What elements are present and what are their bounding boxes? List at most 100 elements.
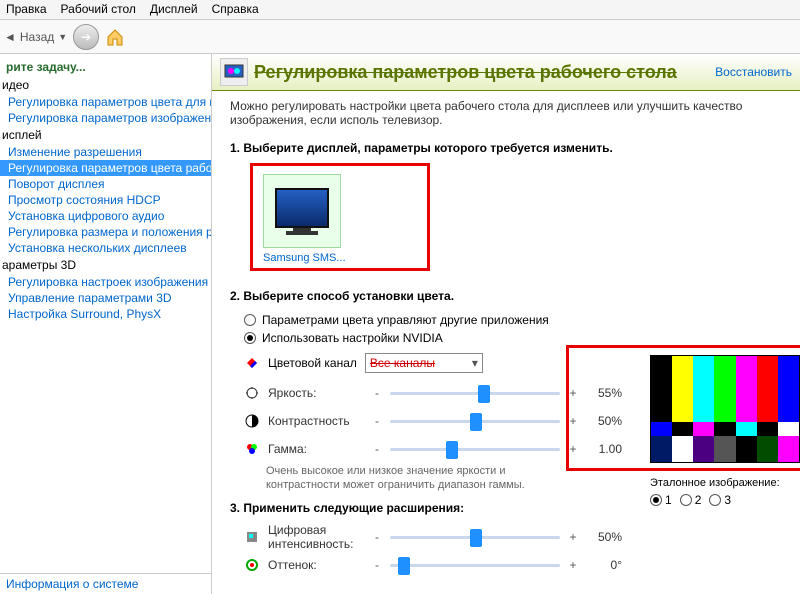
preview-option-1[interactable]: 1 [650,493,672,507]
preview-option-label: 1 [665,493,672,507]
step1-heading: 1. Выберите дисплей, параметры которого … [230,141,786,155]
radio-nvidia-label: Использовать настройки NVIDIA [262,331,443,345]
radio-icon [244,314,256,326]
sidebar-item-video-image[interactable]: Регулировка параметров изображения д [0,110,211,126]
sidebar-item-size-pos[interactable]: Регулировка размера и положения рабо [0,224,211,240]
radio-nvidia[interactable]: Использовать настройки NVIDIA [230,329,786,347]
slider-minus[interactable]: - [372,558,382,572]
system-info-link[interactable]: Информация о системе [6,577,138,591]
header-icon [220,58,248,86]
step2-heading: 2. Выберите способ установки цвета. [230,289,786,303]
slider-value: 0° [586,558,622,572]
toolbar: ◄ Назад ▼ ➔ [0,20,800,54]
reference-preview: Эталонное изображение: 1 2 3 [650,355,800,507]
slider-value: 55% [586,386,622,400]
preview-option-label: 2 [695,493,702,507]
slider-minus[interactable]: - [372,386,382,400]
sidebar-item-hdcp[interactable]: Просмотр состояния HDCP [0,192,211,208]
slider-value: 1.00 [586,442,622,456]
group-display: исплей [0,126,211,144]
back-arrow-icon: ◄ [4,30,16,44]
channel-label: Цветовой канал [268,356,357,370]
sidebar-item-resolution[interactable]: Изменение разрешения [0,144,211,160]
slider-label: Цифровая интенсивность: [268,523,364,551]
slider-track[interactable] [390,392,560,395]
slider-plus[interactable]: + [568,530,578,544]
slider-track[interactable] [390,536,560,539]
slider-plus[interactable]: + [568,386,578,400]
slider-label: Контрастность [268,414,364,428]
sidebar-item-3d-image[interactable]: Регулировка настроек изображения с пр [0,274,211,290]
slider-value: 50% [586,530,622,544]
slider-value: 50% [586,414,622,428]
group-3d: араметры 3D [0,256,211,274]
display-tile[interactable] [263,174,341,248]
slider-thumb[interactable] [398,557,410,575]
back-label: Назад [20,30,54,44]
slider-icon [244,413,260,429]
ext-slider-row-1: Оттенок:-+0° [244,551,786,579]
radio-icon [709,494,721,506]
menu-help[interactable]: Справка [212,2,259,17]
display-label: Samsung SMS... [263,252,417,264]
sidebar-item-surround[interactable]: Настройка Surround, PhysX [0,306,211,322]
radio-icon [650,494,662,506]
monitor-icon [275,188,329,228]
sidebar-item-desktop-color[interactable]: Регулировка параметров цвета рабочег [0,160,211,176]
ext-slider-row-0: Цифровая интенсивность:- +50% [244,523,786,551]
slider-icon [244,557,260,573]
page-title: Регулировка параметров цвета рабочего ст… [254,62,709,83]
sidebar-item-rotate[interactable]: Поворот дисплея [0,176,211,192]
sidebar-footer: Информация о системе [0,573,212,594]
slider-icon [244,385,260,401]
intro-text: Можно регулировать настройки цвета рабоч… [230,99,786,127]
preview-option-3[interactable]: 3 [709,493,731,507]
color-bars-icon [650,355,800,463]
back-dropdown-icon: ▼ [58,32,67,42]
forward-arrow-icon: ➔ [81,30,91,44]
slider-label: Яркость: [268,386,364,400]
slider-thumb[interactable] [470,413,482,431]
restore-defaults-link[interactable]: Восстановить [715,65,792,79]
slider-minus[interactable]: - [372,414,382,428]
menu-edit[interactable]: Правка [6,2,47,17]
content-header: Регулировка параметров цвета рабочего ст… [212,54,800,91]
sidebar: рите задачу... идео Регулировка параметр… [0,54,212,594]
preview-option-label: 3 [724,493,731,507]
slider-plus[interactable]: + [568,442,578,456]
slider-track[interactable] [390,420,560,423]
sidebar-item-multi-display[interactable]: Установка нескольких дисплеев [0,240,211,256]
channel-icon [244,355,260,371]
radio-other-apps[interactable]: Параметрами цвета управляют другие прило… [230,311,786,329]
group-video: идео [0,76,211,94]
slider-plus[interactable]: + [568,414,578,428]
menu-bar: Правка Рабочий стол Дисплей Справка [0,0,800,20]
slider-icon [244,441,260,457]
channel-value: Все каналы [370,356,435,370]
task-heading: рите задачу... [0,56,211,76]
slider-thumb[interactable] [478,385,490,403]
channel-dropdown[interactable]: Все каналы [365,353,483,373]
radio-other-label: Параметрами цвета управляют другие прило… [262,313,549,327]
slider-track[interactable] [390,448,560,451]
slider-thumb[interactable] [470,529,482,547]
slider-minus[interactable]: - [372,530,382,544]
preview-caption: Эталонное изображение: [650,477,800,489]
radio-icon [244,332,256,344]
forward-button[interactable]: ➔ [73,24,99,50]
sidebar-item-digital-audio[interactable]: Установка цифрового аудио [0,208,211,224]
preview-option-2[interactable]: 2 [680,493,702,507]
sidebar-item-3d-manage[interactable]: Управление параметрами 3D [0,290,211,306]
content-pane: Регулировка параметров цвета рабочего ст… [212,54,800,594]
slider-minus[interactable]: - [372,442,382,456]
home-button[interactable] [105,27,125,47]
slider-thumb[interactable] [446,441,458,459]
back-button[interactable]: ◄ Назад ▼ [4,30,67,44]
menu-desktop[interactable]: Рабочий стол [61,2,136,17]
menu-display[interactable]: Дисплей [150,2,198,17]
slider-track[interactable] [390,564,560,567]
sidebar-item-video-color[interactable]: Регулировка параметров цвета для вид [0,94,211,110]
slider-icon [244,529,260,545]
slider-label: Гамма: [268,442,364,456]
slider-plus[interactable]: + [568,558,578,572]
